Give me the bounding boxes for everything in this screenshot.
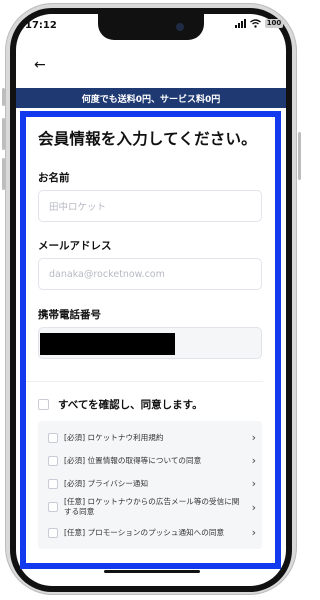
agreement-checkbox[interactable]: [48, 432, 58, 443]
volume-up-button: [2, 118, 5, 150]
chevron-right-icon[interactable]: ›: [246, 431, 256, 444]
promo-banner: 何度でも送料0円、サービス料0円: [16, 88, 286, 108]
agree-all-label: すべてを確認し、同意します。: [58, 399, 203, 411]
email-input-placeholder: danaka@rocketnow.com: [49, 268, 165, 280]
agree-all-row[interactable]: すべてを確認し、同意します。: [38, 397, 203, 412]
phone-label: 携帯電話番号: [38, 309, 101, 321]
page-title: 会員情報を入力してください。: [38, 130, 257, 148]
volume-down-button: [2, 158, 5, 190]
agreement-item-location[interactable]: [必須] 位置情報の取得等についての同意 ›: [48, 454, 256, 467]
redaction-box: [40, 333, 175, 355]
status-icons: 100: [235, 19, 285, 28]
mute-switch: [2, 88, 5, 106]
agreement-item-terms[interactable]: [必須] ロケットナウ利用規約 ›: [48, 431, 256, 444]
chevron-right-icon[interactable]: ›: [246, 477, 256, 490]
agreement-label: [必須] プライバシー通知: [64, 478, 149, 488]
email-label: メールアドレス: [38, 240, 112, 252]
chevron-right-icon[interactable]: ›: [246, 501, 256, 514]
chevron-right-icon[interactable]: ›: [246, 526, 256, 539]
signal-icon: [235, 19, 246, 28]
email-input[interactable]: danaka@rocketnow.com: [38, 258, 262, 290]
name-label: お名前: [38, 172, 70, 184]
agreement-item-push[interactable]: [任意] プロモーションのプッシュ通知への同意 ›: [48, 526, 256, 539]
agree-all-checkbox[interactable]: [38, 399, 49, 410]
chevron-right-icon[interactable]: ›: [246, 454, 256, 467]
battery-icon: 100: [265, 19, 285, 28]
agreement-label: [必須] ロケットナウ利用規約: [64, 432, 164, 442]
power-button: [298, 132, 301, 180]
agreement-label: [必須] 位置情報の取得等についての同意: [64, 455, 202, 465]
agreement-checkbox[interactable]: [48, 478, 58, 489]
agreement-checkbox[interactable]: [48, 502, 58, 512]
name-input[interactable]: 田中ロケット: [38, 190, 262, 222]
agreement-label: [任意] プロモーションのプッシュ通知への同意: [64, 527, 225, 537]
agreement-list: [必須] ロケットナウ利用規約 › [必須] 位置情報の取得等についての同意 ›…: [38, 421, 262, 549]
home-indicator: [104, 570, 200, 573]
promo-banner-text: 何度でも送料0円、サービス料0円: [81, 94, 221, 105]
status-time: 17:12: [25, 20, 57, 31]
agreement-label: [任意] ロケットナウからの広告メール等の受信に関する同意: [64, 497, 240, 516]
notch: [98, 14, 204, 40]
divider: [26, 381, 263, 382]
agreement-item-ad-email[interactable]: [任意] ロケットナウからの広告メール等の受信に関する同意 ›: [48, 497, 256, 517]
agreement-checkbox[interactable]: [48, 527, 58, 538]
back-arrow-icon[interactable]: ←: [34, 58, 46, 72]
name-input-placeholder: 田中ロケット: [49, 202, 107, 213]
front-camera: [176, 23, 184, 31]
agreement-checkbox[interactable]: [48, 455, 58, 466]
agreement-item-privacy[interactable]: [必須] プライバシー通知 ›: [48, 477, 256, 490]
wifi-icon: [250, 19, 261, 28]
